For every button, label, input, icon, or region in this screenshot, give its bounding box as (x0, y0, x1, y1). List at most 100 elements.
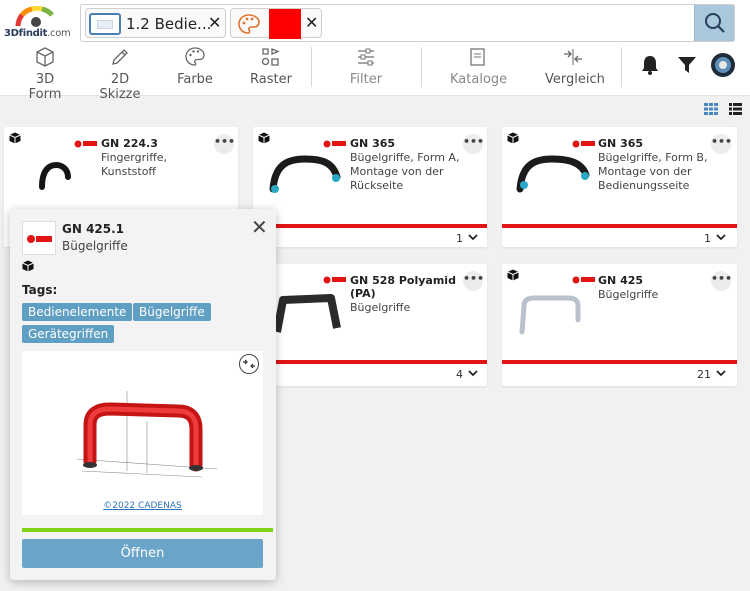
color-filter-chip[interactable]: ✕ (230, 8, 322, 39)
catalog-category-icon (89, 13, 121, 35)
toolbar-color[interactable]: Farbe (176, 46, 214, 90)
product-thumbnail (39, 161, 71, 190)
toolbar-grid-label: Raster (250, 72, 292, 87)
product-desc-line: Montage von der (598, 165, 692, 178)
card-accent-bar (253, 360, 487, 364)
toolbar-catalogs-label: Kataloge (450, 72, 508, 87)
toolbar-compare[interactable]: Vergleich (545, 46, 605, 90)
tag-chip[interactable]: Bügelgriffe (133, 303, 211, 321)
toolbar-filter[interactable]: Filter (348, 46, 384, 90)
ganter-brand-logo (572, 140, 595, 148)
toolbar-grid[interactable]: Raster (250, 46, 292, 90)
tag-chip[interactable]: Gerätegriffen (22, 325, 115, 343)
product-card[interactable]: GN 425 Bügelgriffe ••• 21 (502, 264, 737, 386)
3d-handle-render (76, 391, 218, 478)
category-filter-chip[interactable]: 1.2 Bedie... ✕ (85, 8, 226, 38)
toolbar-color-label: Farbe (177, 72, 213, 87)
product-card[interactable]: GN 365 Bügelgriffe, Form A, Montage von … (253, 127, 487, 247)
product-thumbnail (269, 155, 341, 193)
product-title: GN 365 (350, 137, 396, 150)
ganter-brand-logo (22, 221, 56, 255)
product-desc-line: Bügelgriffe, Form B, (598, 151, 708, 164)
close-icon[interactable]: ✕ (251, 217, 268, 237)
copyright-link[interactable]: ©2022 CADENAS (22, 501, 263, 511)
product-title: GN 224.3 (101, 137, 158, 150)
product-desc-line: Bügelgriffe (350, 301, 411, 314)
search-button[interactable] (694, 5, 734, 41)
variant-count[interactable]: 4 (456, 368, 463, 381)
chevron-down-icon[interactable] (716, 370, 726, 377)
close-icon[interactable]: ✕ (305, 15, 318, 31)
product-card[interactable]: GN 365 Bügelgriffe, Form B, Montage von … (502, 127, 737, 247)
palette-icon (238, 14, 260, 34)
color-swatch (269, 9, 301, 39)
card-accent-bar (502, 360, 737, 364)
logo-text: 3Dfindit.com (4, 28, 71, 39)
catalog-book-icon (470, 48, 485, 66)
close-icon[interactable]: ✕ (208, 15, 221, 31)
product-detail-popover: GN 425.1 Bügelgriffe ✕ Tags: Bedieneleme… (10, 209, 276, 580)
compare-arrows-icon (564, 49, 582, 65)
compare-icon[interactable] (239, 354, 259, 374)
product-thumbnail (273, 294, 341, 333)
product-preview-image[interactable]: ©2022 CADENAS (22, 351, 263, 515)
cube-outline-icon (36, 47, 54, 67)
variant-count[interactable]: 1 (704, 232, 711, 245)
product-desc-line: Bügelgriffe, Form A, (350, 151, 460, 164)
toolbar-2d-sketch-label: 2D Skizze (99, 72, 141, 102)
product-title: GN 425 (598, 274, 644, 287)
ganter-brand-logo (572, 276, 595, 284)
more-options-button[interactable]: ••• (463, 271, 484, 291)
ganter-brand-logo (323, 140, 346, 148)
product-desc-line: Montage von der (350, 165, 444, 178)
product-title-cont: (PA) (350, 287, 376, 300)
funnel-icon[interactable] (677, 55, 697, 75)
chevron-down-icon[interactable] (468, 234, 478, 241)
product-thumbnail (519, 295, 581, 335)
more-options-button[interactable]: ••• (711, 134, 732, 154)
toolbar-3d-form[interactable]: 3D Form (18, 46, 72, 102)
3d-model-icon (507, 269, 519, 281)
grid-view-icon[interactable] (704, 103, 718, 115)
variant-count[interactable]: 1 (456, 232, 463, 245)
ganter-brand-logo (74, 140, 97, 148)
product-card[interactable]: GN 528 Polyamid (PA) Bügelgriffe ••• 4 (253, 264, 487, 386)
shapes-grid-icon (261, 48, 280, 66)
card-accent-bar (253, 224, 487, 228)
toolbar-3d-form-label: 3D Form (28, 72, 62, 102)
toolbar-divider (621, 47, 622, 87)
product-title: GN 528 Polyamid (350, 274, 456, 287)
tag-chip[interactable]: Bedienelemente (22, 303, 133, 321)
3dfindit-logo[interactable]: 3Dfindit.com (4, 6, 71, 42)
3d-model-icon (22, 260, 34, 272)
bell-icon[interactable] (640, 54, 660, 76)
user-avatar[interactable] (711, 53, 735, 77)
popover-title: GN 425.1 (62, 222, 125, 236)
top-header: 3Dfindit.com 1.2 Bedie... ✕ ✕ 3D Form 2D… (0, 0, 750, 102)
pencil-icon (112, 49, 128, 65)
3d-model-icon (258, 132, 270, 144)
ganter-brand-logo (323, 276, 346, 284)
chevron-down-icon[interactable] (468, 370, 478, 377)
toolbar-catalogs[interactable]: Kataloge (450, 46, 508, 90)
list-view-icon[interactable] (729, 103, 742, 115)
variant-count[interactable]: 21 (697, 368, 711, 381)
product-desc-line: Bedienungsseite (598, 179, 690, 192)
toolbar-divider (311, 47, 312, 87)
product-desc-line: Kunststoff (101, 165, 157, 178)
toolbar-2d-sketch[interactable]: 2D Skizze (90, 46, 150, 102)
more-options-button[interactable]: ••• (711, 271, 732, 291)
search-bar[interactable]: 1.2 Bedie... ✕ ✕ (80, 4, 735, 42)
product-desc-line: Fingergriffe, (101, 151, 168, 164)
product-desc-line: Rückseite (350, 179, 404, 192)
open-button[interactable]: Öffnen (22, 539, 263, 568)
card-accent-bar (502, 224, 737, 228)
more-options-button[interactable]: ••• (214, 134, 235, 154)
search-icon (705, 13, 725, 33)
more-options-button[interactable]: ••• (463, 134, 484, 154)
3d-model-icon (507, 132, 519, 144)
popover-subtitle: Bügelgriffe (62, 239, 128, 253)
chevron-down-icon[interactable] (716, 234, 726, 241)
logo-gauge-icon (15, 6, 54, 27)
product-desc-line: Bügelgriffe (598, 288, 659, 301)
